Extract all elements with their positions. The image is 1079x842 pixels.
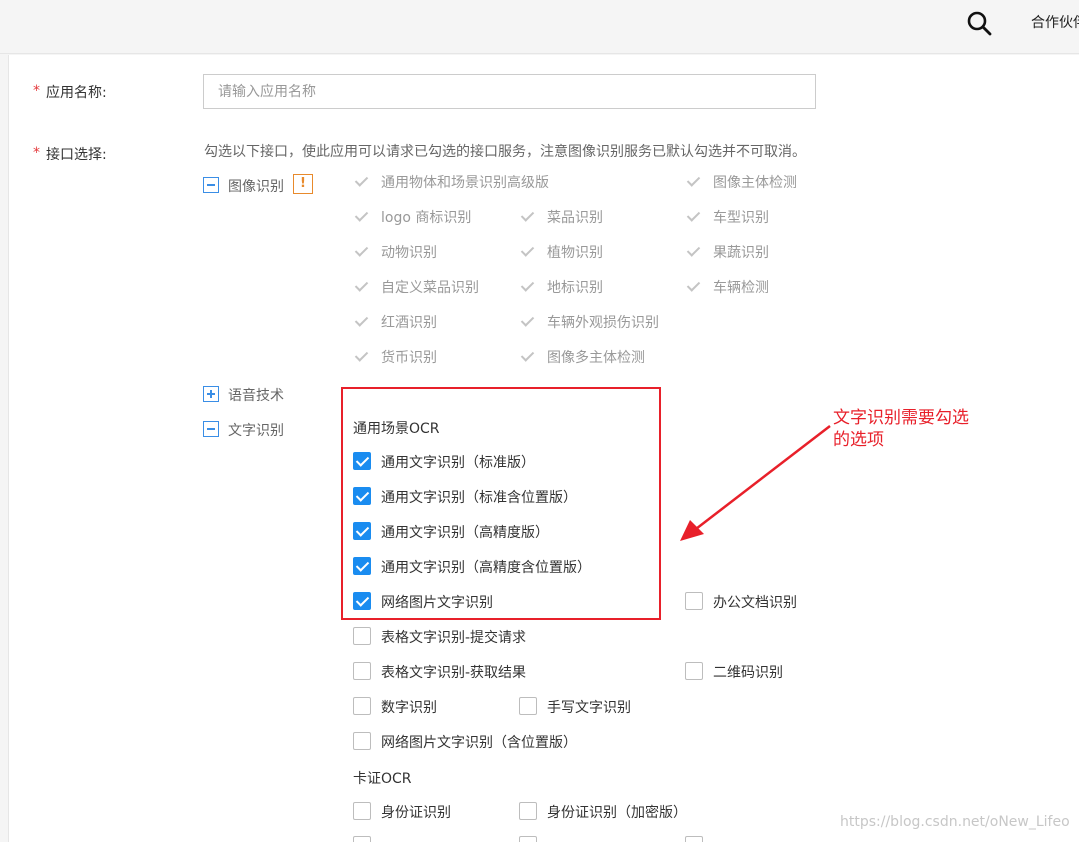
warning-icon: ! (293, 174, 313, 194)
option-label: 红酒识别 (381, 315, 437, 331)
checkbox (519, 242, 537, 260)
option-label[interactable]: 身份证识别（加密版） (547, 802, 687, 822)
app-name-input[interactable] (203, 74, 816, 109)
checkbox (685, 242, 703, 260)
option-label[interactable]: 办公文档识别 (713, 592, 797, 612)
api-select-label: 接口选择: (46, 147, 107, 163)
checkbox (353, 347, 371, 365)
arrow-annotation (680, 425, 831, 541)
checkbox[interactable] (353, 662, 371, 680)
ocr-group-title: 卡证OCR (353, 771, 412, 787)
option-label[interactable]: 手写文字识别 (547, 697, 631, 717)
option-label[interactable]: 身份证识别 (381, 802, 451, 822)
checkbox (519, 207, 537, 225)
option-label: 地标识别 (547, 280, 603, 296)
search-icon[interactable] (966, 10, 992, 36)
option-label: 通用物体和场景识别高级版 (381, 175, 549, 191)
category-speech-label[interactable]: 语音技术 (228, 385, 284, 405)
checkbox (685, 207, 703, 225)
required-mark: * (33, 145, 40, 161)
checkbox (519, 312, 537, 330)
checkbox[interactable] (353, 627, 371, 645)
checkbox (353, 207, 371, 225)
option-label: 车辆外观损伤识别 (547, 315, 659, 331)
checkbox[interactable] (685, 836, 703, 842)
collapse-ocr-toggle[interactable] (203, 421, 219, 437)
highlight-box (341, 387, 661, 620)
annotation-text: 文字识别需要勾选 的选项 (833, 408, 969, 450)
option-label: 图像多主体检测 (547, 350, 645, 366)
checkbox (519, 347, 537, 365)
api-select-hint: 勾选以下接口，使此应用可以请求已勾选的接口服务，注意图像识别服务已默认勾选并不可… (204, 144, 806, 160)
top-bar: 合作伙伴 (0, 0, 1079, 54)
checkbox[interactable] (353, 836, 371, 842)
option-label: 车型识别 (713, 210, 769, 226)
watermark: https://blog.csdn.net/oNew_Lifeo (840, 814, 1070, 830)
checkbox (353, 312, 371, 330)
expand-speech-toggle[interactable] (203, 386, 219, 402)
checkbox (685, 172, 703, 190)
checkbox[interactable] (353, 802, 371, 820)
option-label: 菜品识别 (547, 210, 603, 226)
checkbox (353, 242, 371, 260)
option-label[interactable]: 二维码识别 (713, 662, 783, 682)
checkbox[interactable] (685, 662, 703, 680)
checkbox (685, 277, 703, 295)
checkbox (353, 172, 371, 190)
checkbox[interactable] (685, 592, 703, 610)
option-label[interactable]: 表格文字识别-提交请求 (381, 627, 526, 647)
option-label[interactable]: 表格文字识别-获取结果 (381, 662, 526, 682)
option-label: 车辆检测 (713, 280, 769, 296)
option-label[interactable]: 数字识别 (381, 697, 437, 717)
option-label: 图像主体检测 (713, 175, 797, 191)
category-image-label[interactable]: 图像识别 (228, 176, 284, 196)
option-label: 植物识别 (547, 245, 603, 261)
option-label: 果蔬识别 (713, 245, 769, 261)
checkbox (519, 277, 537, 295)
checkbox[interactable] (519, 802, 537, 820)
option-label: 动物识别 (381, 245, 437, 261)
option-label[interactable]: 网络图片文字识别（含位置版） (381, 732, 577, 752)
checkbox[interactable] (519, 697, 537, 715)
app-name-label: 应用名称: (46, 85, 107, 101)
required-mark: * (33, 83, 40, 99)
checkbox[interactable] (353, 697, 371, 715)
option-label: logo 商标识别 (381, 210, 472, 226)
option-label: 自定义菜品识别 (381, 280, 479, 296)
category-ocr-label[interactable]: 文字识别 (228, 420, 284, 440)
checkbox (353, 277, 371, 295)
collapse-image-toggle[interactable] (203, 177, 219, 193)
checkbox[interactable] (353, 732, 371, 750)
checkbox[interactable] (519, 836, 537, 842)
option-label: 货币识别 (381, 350, 437, 366)
partner-link[interactable]: 合作伙伴 (1031, 12, 1079, 32)
